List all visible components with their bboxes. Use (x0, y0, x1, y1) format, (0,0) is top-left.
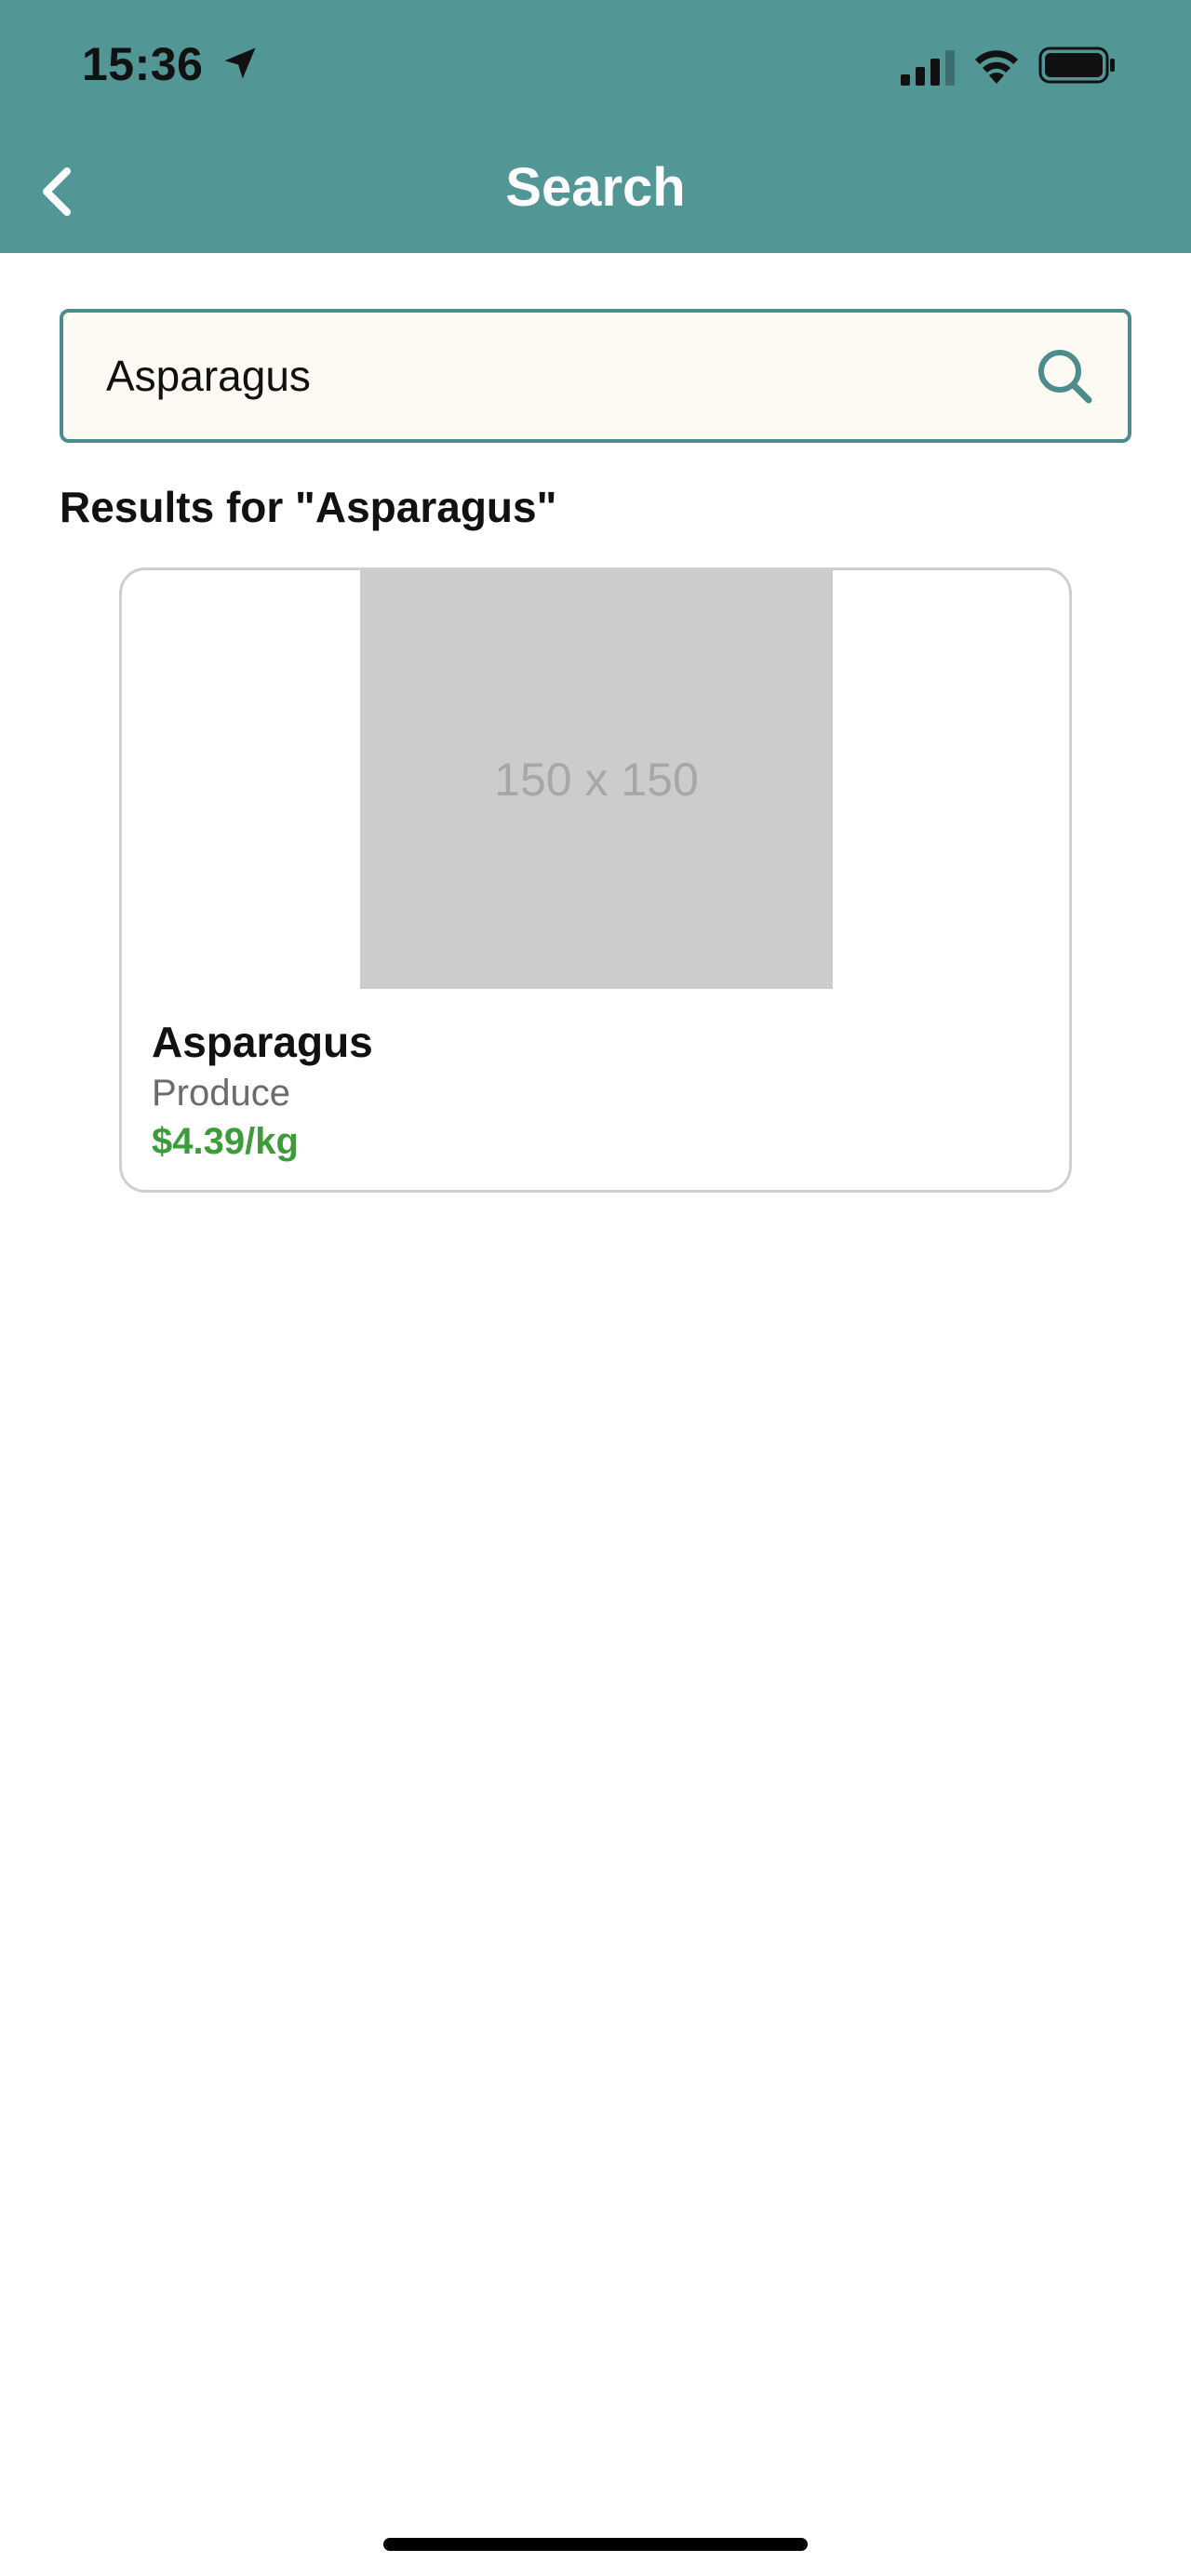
product-category: Produce (152, 1073, 290, 1114)
search-input[interactable] (106, 313, 999, 439)
search-icon[interactable] (1035, 346, 1094, 406)
location-arrow-icon (224, 47, 256, 79)
page-title: Search (505, 157, 686, 218)
battery-icon (1038, 47, 1115, 84)
cellular-signal-icon (901, 50, 955, 86)
app-header: 15:36 Search (0, 0, 1191, 253)
search-bar[interactable] (60, 309, 1131, 443)
product-price: $4.39/kg (152, 1121, 299, 1162)
wifi-icon (975, 50, 1018, 84)
results-heading: Results for "Asparagus" (60, 483, 557, 531)
product-image-placeholder: 150 x 150 (360, 570, 833, 989)
home-indicator[interactable] (383, 2538, 808, 2551)
product-name: Asparagus (152, 1018, 373, 1066)
product-card[interactable]: 150 x 150 Asparagus Produce $4.39/kg (119, 567, 1072, 1193)
status-time: 15:36 (82, 38, 204, 90)
